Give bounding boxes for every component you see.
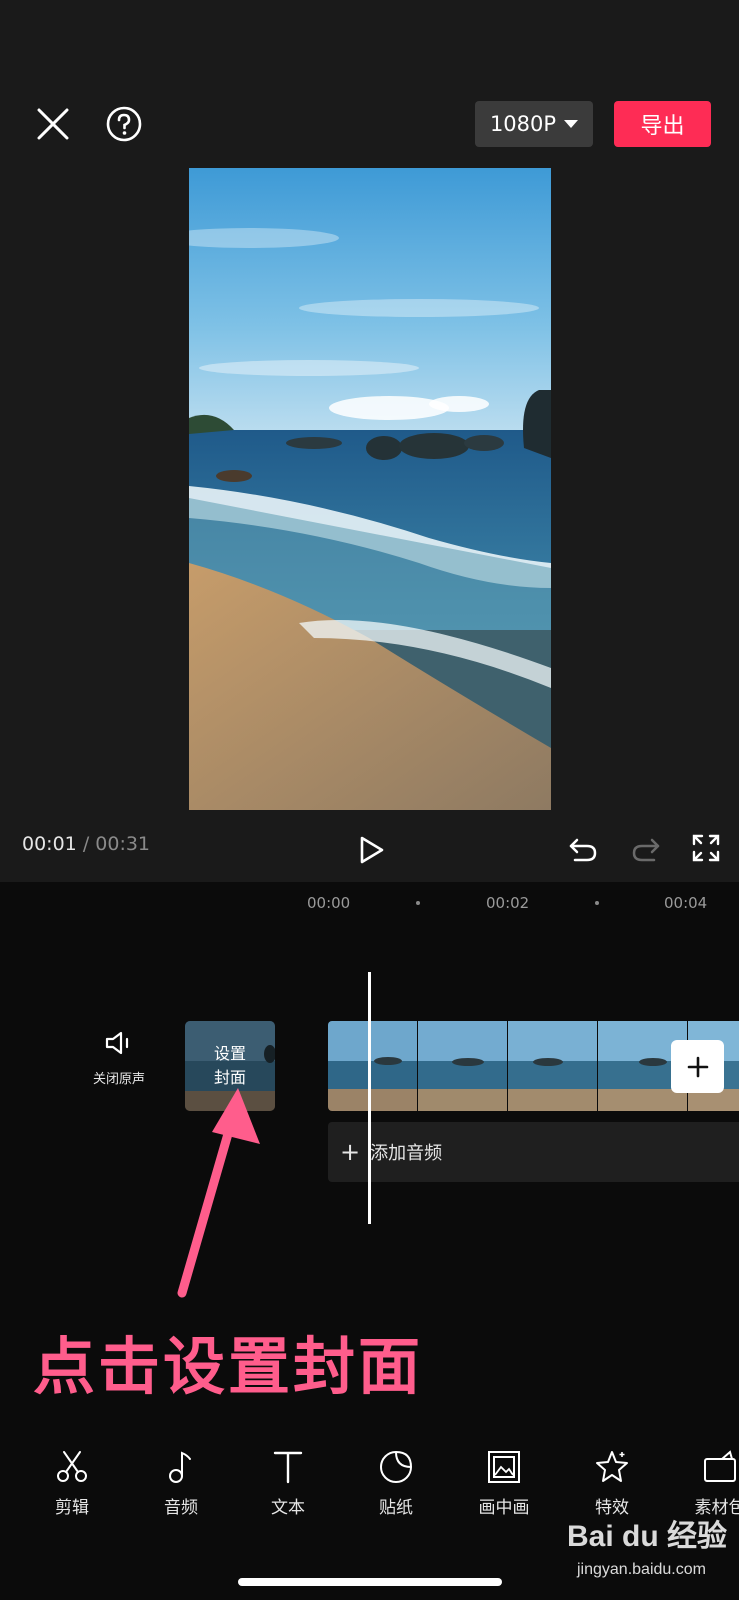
home-indicator xyxy=(238,1578,502,1586)
ruler-mark-2: 00:02 xyxy=(486,894,530,912)
plus-icon: + xyxy=(340,1138,361,1166)
ruler-mark-4: 00:04 xyxy=(664,894,708,912)
annotation-arrow-icon xyxy=(177,1088,260,1298)
playhead[interactable] xyxy=(368,972,371,1224)
effects-star-icon xyxy=(596,1451,628,1482)
beach-video-frame xyxy=(189,168,551,810)
add-audio-label: 添加音频 xyxy=(370,1143,443,1164)
clip-thumbnail xyxy=(328,1021,417,1111)
tool-label: 剪辑 xyxy=(55,1498,89,1518)
plus-icon xyxy=(687,1056,708,1077)
video-preview[interactable] xyxy=(189,168,551,810)
tool-text[interactable]: 文本 xyxy=(243,1445,333,1518)
play-icon[interactable] xyxy=(352,830,392,870)
tool-sticker[interactable]: 贴纸 xyxy=(351,1445,441,1518)
picture-in-picture-icon xyxy=(488,1451,520,1483)
music-note-icon xyxy=(169,1451,191,1483)
ruler-dot xyxy=(595,901,599,905)
playback-time: 00:01 / 00:31 xyxy=(22,833,150,855)
speaker-icon xyxy=(105,1031,129,1055)
close-icon[interactable] xyxy=(33,104,73,144)
text-icon xyxy=(273,1451,303,1484)
tool-picture-in-picture[interactable]: 画中画 xyxy=(459,1445,549,1518)
scissors-icon xyxy=(57,1451,87,1482)
tool-edit[interactable]: 剪辑 xyxy=(27,1445,117,1518)
add-audio-track[interactable]: + 添加音频 xyxy=(328,1122,739,1182)
tool-label: 文本 xyxy=(271,1498,305,1518)
tool-audio[interactable]: 音频 xyxy=(136,1445,226,1518)
watermark-brand: Bai du 经验 xyxy=(567,1519,727,1553)
watermark-url: jingyan.baidu.com xyxy=(576,1561,706,1578)
clip-thumbnail xyxy=(508,1021,597,1111)
ruler-dot xyxy=(416,901,420,905)
material-pack-icon xyxy=(704,1450,736,1482)
current-time: 00:01 xyxy=(22,833,77,855)
redo-icon[interactable] xyxy=(626,830,666,870)
resolution-label: 1080P xyxy=(489,112,557,136)
cover-label-line1: 设置 xyxy=(213,1044,246,1063)
caret-down-icon xyxy=(564,120,579,128)
tool-label: 音频 xyxy=(164,1498,198,1518)
ruler-mark-0: 00:00 xyxy=(307,894,351,912)
mute-label: 关闭原声 xyxy=(92,1072,145,1087)
mute-original-audio-button[interactable]: 关闭原声 xyxy=(88,1030,150,1087)
resolution-dropdown[interactable]: 1080P xyxy=(475,101,593,147)
baidu-jingyan-watermark: Bai du 经验 jingyan.baidu.com xyxy=(567,1519,727,1578)
time-separator: / xyxy=(82,833,90,855)
fullscreen-icon[interactable] xyxy=(688,830,724,866)
help-icon[interactable] xyxy=(104,104,144,144)
total-time: 00:31 xyxy=(95,833,151,855)
sticker-icon xyxy=(380,1450,413,1483)
clip-thumbnail xyxy=(418,1021,507,1111)
add-clip-button[interactable] xyxy=(671,1040,724,1093)
annotation-text: 点击设置封面 xyxy=(33,1330,424,1403)
tool-label: 贴纸 xyxy=(379,1498,413,1518)
undo-icon[interactable] xyxy=(563,830,603,870)
tool-label: 画中画 xyxy=(478,1498,530,1518)
export-button[interactable]: 导出 xyxy=(614,101,711,147)
